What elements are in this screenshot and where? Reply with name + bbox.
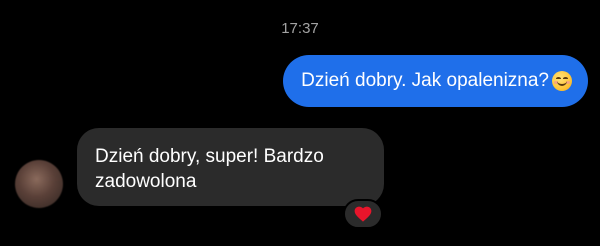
smiling-face-emoji-icon xyxy=(552,71,572,91)
message-timestamp: 17:37 xyxy=(281,20,319,37)
heart-icon xyxy=(354,206,372,222)
contact-avatar[interactable] xyxy=(15,160,63,208)
incoming-message-bubble[interactable]: Dzień dobry, super! Bardzo zadowolona xyxy=(77,128,384,206)
outgoing-message-bubble[interactable]: Dzień dobry. Jak opalenizna? xyxy=(283,55,588,107)
outgoing-message-text: Dzień dobry. Jak opalenizna? xyxy=(301,70,549,91)
chat-screen: 17:37 Dzień dobry. Jak opalenizna? Dzień… xyxy=(0,0,600,246)
message-reaction[interactable] xyxy=(343,199,383,229)
incoming-message-text: Dzień dobry, super! Bardzo zadowolona xyxy=(95,146,324,192)
